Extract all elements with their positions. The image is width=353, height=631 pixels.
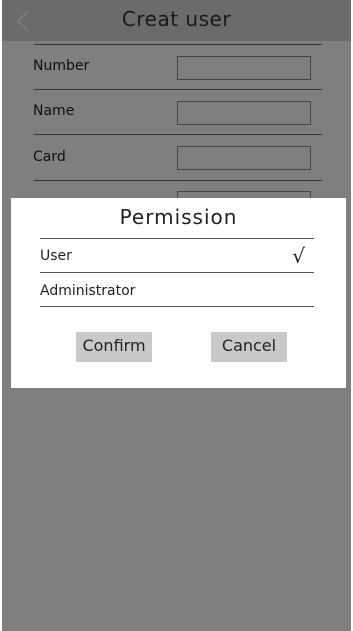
option-administrator[interactable]: Administrator	[40, 275, 314, 307]
option-administrator-label: Administrator	[40, 283, 136, 299]
divider	[40, 272, 314, 273]
checkmark-icon: √	[292, 244, 305, 268]
option-user-label: User	[40, 248, 72, 264]
divider	[40, 306, 314, 307]
cancel-button[interactable]: Cancel	[211, 332, 287, 362]
option-user[interactable]: User √	[40, 240, 314, 272]
divider	[40, 238, 314, 239]
confirm-button[interactable]: Confirm	[76, 332, 152, 362]
create-user-screen: Creat user Number Name Card Permission U…	[2, 0, 351, 631]
permission-dialog: Permission User √ Administrator Confirm …	[11, 198, 346, 388]
dialog-title: Permission	[119, 205, 238, 229]
